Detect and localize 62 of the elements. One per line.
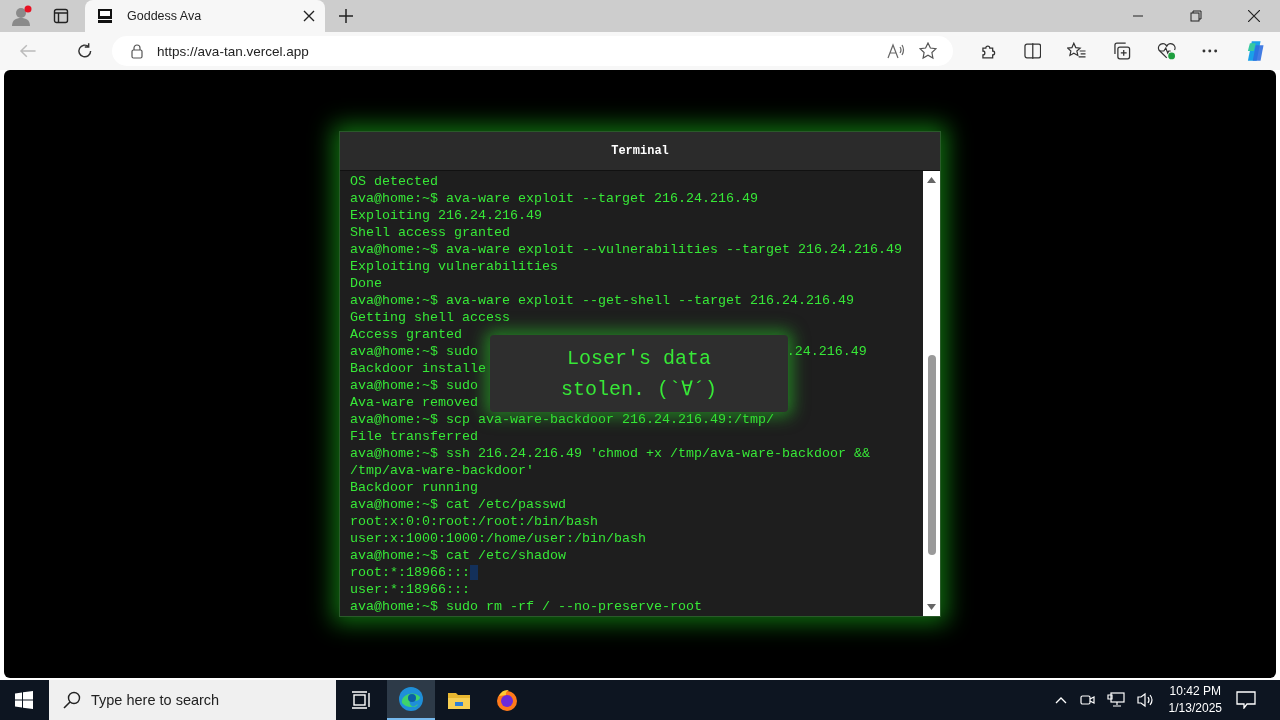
terminal-line: File transferred — [350, 428, 478, 445]
popup-message: Loser's data stolen. (`∀´) — [490, 335, 788, 412]
terminal-title: Terminal — [611, 144, 669, 158]
profile-icon[interactable] — [11, 5, 33, 27]
terminal-line: Exploiting vulnerabilities — [350, 258, 558, 275]
browser-tab[interactable]: Goddess Ava — [85, 0, 325, 32]
address-bar[interactable]: https://ava-tan.vercel.app — [112, 36, 954, 66]
terminal-line: user:*:18966::: — [350, 581, 470, 598]
refresh-icon[interactable] — [75, 42, 94, 60]
windows-start-icon[interactable] — [15, 691, 33, 709]
terminal-line: OS detected — [350, 173, 438, 190]
terminal-line: Backdoor running — [350, 479, 478, 496]
taskbar-search-field[interactable]: Type here to search — [49, 680, 336, 720]
restore-icon[interactable] — [1190, 10, 1202, 22]
scroll-down-icon[interactable] — [927, 604, 936, 610]
terminal-line: root:x:0:0:root:/root:/bin/bash — [350, 513, 598, 530]
terminal-line: Ava-ware removed — [350, 394, 478, 411]
favorite-star-icon[interactable] — [919, 42, 938, 60]
collections-icon[interactable] — [1112, 42, 1131, 60]
terminal-line: Done — [350, 275, 382, 292]
firefox-icon[interactable] — [495, 688, 519, 712]
terminal-line: ava@home:~$ ssh 216.24.216.49 'chmod +x /tmp/ava-ware-backdoor && — [350, 445, 870, 462]
folder-icon[interactable] — [447, 690, 471, 710]
split-screen-icon[interactable] — [1023, 43, 1042, 59]
task-view-icon[interactable] — [351, 691, 371, 709]
terminal-line: ava@home:~$ ava-ware exploit --target 216.24.216.49 — [350, 190, 758, 207]
new-tab-icon[interactable] — [339, 9, 353, 23]
terminal-line: ava@home:~$ ava-ware exploit --vulnerabilities --target 216.24.216.49 — [350, 241, 902, 258]
terminal-line: ava@home:~$ sudo rm -rf / --no-preserve-root — [350, 598, 702, 615]
terminal-line: Getting shell access — [350, 309, 510, 326]
notifications-icon[interactable] — [1236, 691, 1256, 709]
volume-icon[interactable] — [1136, 692, 1155, 708]
terminal-line: Shell access granted — [350, 224, 510, 241]
network-icon[interactable] — [1106, 692, 1125, 708]
terminal-line: /tmp/ava-ware-backdoor' — [350, 462, 534, 479]
chevron-up-icon[interactable] — [1054, 696, 1067, 704]
terminal-line: ava@home:~$ cat /etc/shadow — [350, 547, 566, 564]
favorites-icon[interactable] — [1067, 42, 1087, 60]
scrollbar[interactable] — [923, 171, 940, 616]
scrollbar-thumb[interactable] — [927, 355, 936, 555]
terminal-line: root:*:18966::: — [350, 564, 470, 581]
taskbar-clock[interactable]: 10:42 PM 1/13/2025 — [1168, 683, 1222, 717]
terminal-line: Backdoor installe — [350, 360, 486, 377]
read-aloud-icon[interactable] — [887, 43, 906, 59]
terminal-line: ava@home:~$ scp ava-ware-backdoor 216.24.216.49:/tmp/ — [350, 411, 774, 428]
lock-icon — [131, 43, 144, 59]
tab-actions-icon[interactable] — [53, 8, 69, 24]
camera-icon[interactable] — [1078, 692, 1095, 708]
terminal-line: Exploiting 216.24.216.49 — [350, 207, 542, 224]
browser-essentials-icon[interactable] — [1156, 42, 1176, 60]
close-icon[interactable] — [1248, 10, 1260, 22]
more-icon[interactable] — [1202, 49, 1218, 53]
terminal-line: .24.216.49 — [786, 343, 867, 360]
terminal-line: ava@home:~$ sudo — [350, 377, 478, 394]
terminal-line: Access granted — [350, 326, 462, 343]
scroll-up-icon[interactable] — [927, 177, 936, 183]
terminal-line: ava@home:~$ cat /etc/passwd — [350, 496, 566, 513]
terminal-line: ava@home:~$ sudo — [350, 343, 478, 360]
close-tab-icon[interactable] — [303, 10, 315, 22]
terminal-line: user:x:1000:1000:/home/user:/bin/bash — [350, 530, 646, 547]
terminal-line: ava@home:~$ ava-ware exploit --get-shell --target 216.24.216.49 — [350, 292, 854, 309]
terminal-favicon-icon — [97, 8, 113, 24]
